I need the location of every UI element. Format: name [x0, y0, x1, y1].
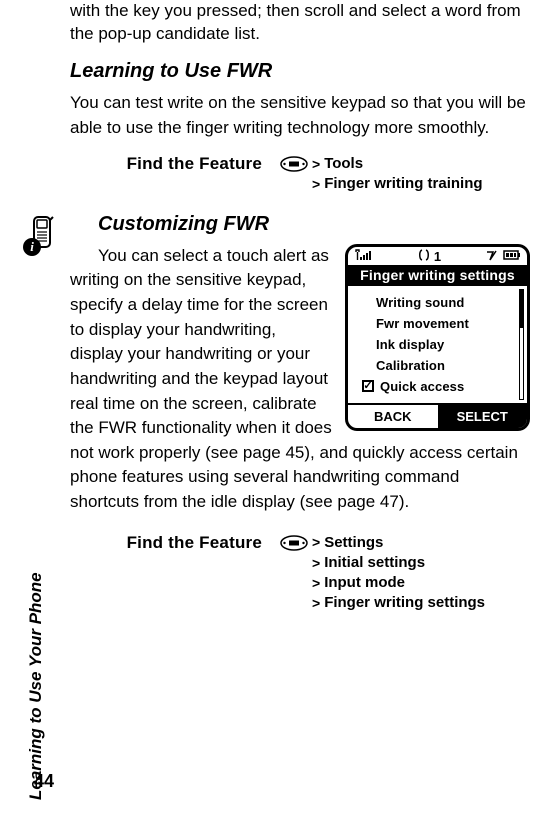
status-mid: 1: [418, 249, 441, 264]
signal-icon: [354, 249, 374, 264]
feature-path-1: > Tools > Finger writing training: [280, 154, 483, 195]
screen-title: Finger writing settings: [348, 265, 527, 286]
feature1-line-1: > Tools: [280, 154, 483, 174]
svg-text:i: i: [30, 239, 34, 254]
softkey-select[interactable]: SELECT: [438, 405, 528, 428]
feature1-line-2: > Finger writing training: [280, 174, 483, 194]
checkbox-checked-icon: ✓: [362, 380, 374, 392]
path-arrow: >: [312, 574, 320, 593]
carrier-icon: [418, 249, 430, 264]
find-feature-row-1: Find the Feature > Tools > Finger writin…: [70, 154, 530, 195]
side-chapter-label: Learning to Use Your Phone: [26, 572, 46, 800]
phone-screen-figure: 1: [345, 244, 530, 431]
path-arrow: >: [312, 554, 320, 573]
scrollbar-thumb[interactable]: [520, 290, 523, 328]
menu-item-quick-access[interactable]: ✓ Quick access: [362, 376, 517, 397]
feature2-line-3: > Input mode: [280, 573, 485, 593]
page: Learning to Use Your Phone with the key …: [0, 0, 550, 818]
screen-menu: Writing sound Fwr movement Ink display C…: [348, 286, 527, 403]
menu-key-icon: [280, 535, 308, 551]
status-bar: 1: [348, 247, 527, 265]
carrier-number: 1: [434, 249, 441, 264]
sound-icon: [485, 249, 499, 264]
path-arrow: >: [312, 533, 320, 552]
heading-customizing-fwr: Customizing FWR: [98, 213, 530, 236]
menu-item-ink-display[interactable]: Ink display: [362, 334, 517, 355]
feature2-line-2: > Initial settings: [280, 553, 485, 573]
status-left: [354, 249, 374, 264]
path-arrow: >: [312, 175, 320, 194]
path-arrow: >: [312, 155, 320, 174]
find-feature-label-2: Find the Feature: [70, 533, 280, 553]
intro-paragraph: with the key you pressed; then scroll an…: [70, 0, 530, 46]
heading-learning-fwr: Learning to Use FWR: [70, 60, 530, 83]
menu-item-fwr-movement[interactable]: Fwr movement: [362, 313, 517, 334]
menu-item-writing-sound[interactable]: Writing sound: [362, 292, 517, 313]
feature2-line-4: > Finger writing settings: [280, 593, 485, 613]
feature-path-2: > Settings > Initial settings > Input mo…: [280, 533, 485, 614]
path-initial-settings: Initial settings: [324, 553, 425, 573]
path-fwr-training: Finger writing training: [324, 174, 482, 194]
phone-tip-icon: i: [20, 215, 62, 257]
path-arrow: >: [312, 594, 320, 613]
phone-screen: 1: [345, 244, 530, 431]
find-feature-row-2: Find the Feature > Settings > Initial se…: [70, 533, 530, 614]
page-number: 44: [34, 771, 54, 792]
path-tools: Tools: [324, 154, 363, 174]
para-learning-fwr: You can test write on the sensitive keyp…: [70, 91, 530, 140]
softkey-back[interactable]: BACK: [348, 405, 438, 428]
feature2-line-1: > Settings: [280, 533, 485, 553]
menu-item-calibration[interactable]: Calibration: [362, 355, 517, 376]
menu-key-icon: [280, 156, 308, 172]
customizing-block: i Customizing FWR: [70, 213, 530, 515]
path-fwr-settings: Finger writing settings: [324, 593, 485, 613]
side-label-container: Learning to Use Your Phone: [26, 540, 46, 800]
find-feature-label-1: Find the Feature: [70, 154, 280, 174]
body-with-figure: 1: [70, 244, 530, 515]
menu-item-quick-access-label: Quick access: [380, 379, 464, 394]
status-right: [485, 249, 521, 264]
path-settings: Settings: [324, 533, 383, 553]
battery-icon: [503, 249, 521, 264]
softkey-bar: BACK SELECT: [348, 403, 527, 428]
path-input-mode: Input mode: [324, 573, 405, 593]
